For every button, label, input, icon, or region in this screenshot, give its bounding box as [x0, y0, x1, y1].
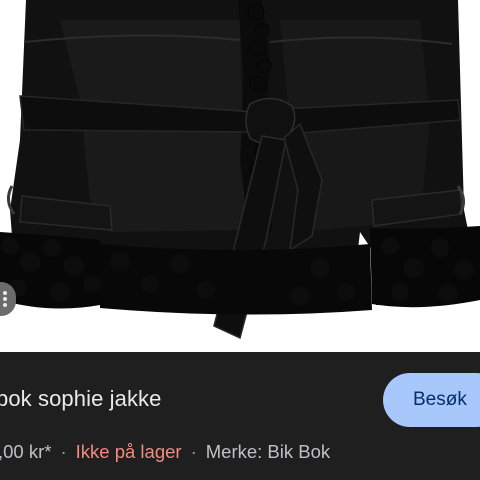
product-title[interactable]: bok sophie jakke — [0, 386, 161, 412]
visit-button-label: Besøk — [413, 389, 467, 410]
image-search-icon — [3, 291, 7, 307]
product-meta-line: ,00 kr* · Ikke på lager · Merke: Bik Bok — [0, 441, 330, 463]
separator-dot: · — [190, 441, 197, 462]
product-image[interactable] — [0, 0, 480, 352]
product-price: ,00 kr* — [0, 441, 52, 462]
visit-button[interactable]: Besøk — [383, 373, 480, 427]
stock-status: Ikke på lager — [75, 441, 182, 462]
jacket-photo — [0, 0, 480, 352]
brand-label: Merke: Bik Bok — [205, 441, 331, 462]
separator-dot: · — [60, 441, 67, 462]
